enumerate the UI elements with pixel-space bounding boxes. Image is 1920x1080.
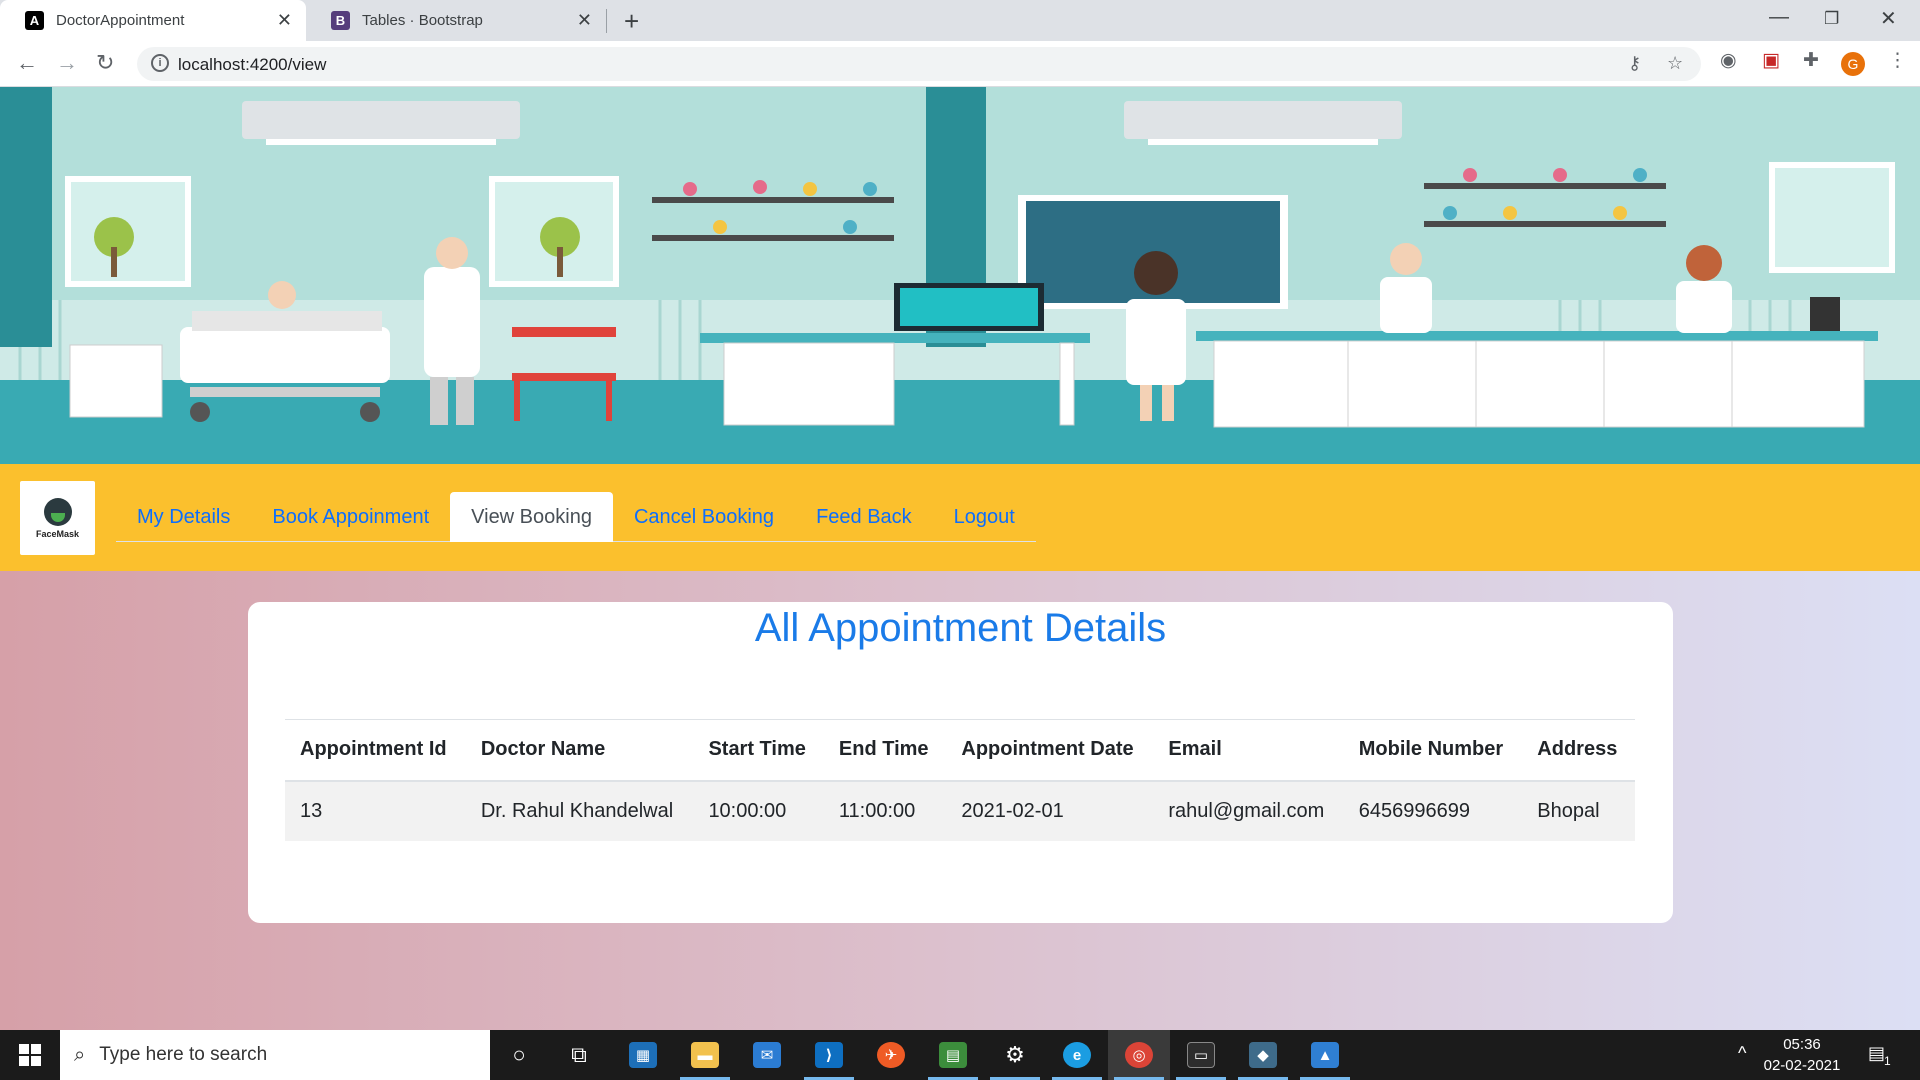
notification-icon[interactable]: ▤ [1868, 1043, 1885, 1064]
col-doctor-name: Doctor Name [465, 719, 694, 782]
restore-icon[interactable]: ❐ [1824, 9, 1839, 29]
search-icon: ⌕ [74, 1043, 86, 1066]
logo-text: FaceMask [35, 528, 80, 539]
tab-title: Tables · Bootstrap [362, 12, 483, 29]
col-mobile-number: Mobile Number [1343, 719, 1523, 782]
pocket-icon[interactable]: ▣ [1762, 49, 1780, 72]
col-address: Address [1522, 719, 1635, 782]
tab-title: DoctorAppointment [56, 12, 185, 29]
bookmark-star-icon[interactable]: ☆ [1667, 53, 1683, 74]
terminal-icon[interactable]: ▭ [1170, 1030, 1232, 1080]
close-tab-icon[interactable]: ✕ [577, 10, 592, 31]
reload-icon[interactable]: ↻ [96, 50, 114, 76]
appointments-table: Appointment Id Doctor Name Start Time En… [285, 719, 1635, 841]
chrome-icon[interactable]: ◎ [1108, 1030, 1170, 1080]
profile-avatar[interactable]: G [1841, 52, 1865, 76]
windows-taskbar: ⌕ Type here to search ○ ⧉ ▦ ▬ ✉ ⟩ ✈ ▤ ⚙ … [0, 1030, 1920, 1080]
close-tab-icon[interactable]: ✕ [277, 10, 292, 31]
col-appointment-date: Appointment Date [946, 719, 1154, 782]
notification-count: 1 [1884, 1054, 1891, 1068]
url-text: localhost:4200/view [178, 55, 327, 74]
tab-doctor-appointment[interactable]: A DoctorAppointment ✕ [0, 0, 306, 41]
cell-mobile-number: 6456996699 [1343, 780, 1523, 841]
table-header-row: Appointment Id Doctor Name Start Time En… [285, 719, 1635, 782]
tab-tables-bootstrap[interactable]: B Tables · Bootstrap ✕ [306, 0, 606, 41]
mysql-workbench-icon[interactable]: ◆ [1232, 1030, 1294, 1080]
table-row: 13 Dr. Rahul Khandelwal 10:00:00 11:00:0… [285, 780, 1635, 841]
windows-logo-icon [19, 1044, 41, 1066]
nav-cancel-booking[interactable]: Cancel Booking [613, 492, 795, 542]
search-placeholder: Type here to search [99, 1044, 268, 1065]
cell-email: rahul@gmail.com [1153, 780, 1344, 841]
hero-banner-illustration [0, 87, 1920, 464]
col-appointment-id: Appointment Id [285, 719, 466, 782]
angular-icon: A [25, 11, 44, 30]
col-start-time: Start Time [693, 719, 824, 782]
postman-icon[interactable]: ✈ [860, 1030, 922, 1080]
file-explorer-icon[interactable]: ▬ [674, 1030, 736, 1080]
settings-gear-icon[interactable]: ⚙ [984, 1030, 1046, 1080]
system-clock[interactable]: 05:36 02-02-2021 [1752, 1034, 1852, 1076]
puzzle-icon[interactable]: ✚ [1803, 49, 1819, 72]
nav-feed-back[interactable]: Feed Back [795, 492, 933, 542]
clock-date: 02-02-2021 [1763, 1057, 1841, 1074]
app-icon[interactable]: ▤ [922, 1030, 984, 1080]
clock-time: 05:36 [1783, 1036, 1821, 1053]
store-icon[interactable]: ▦ [612, 1030, 674, 1080]
nav-my-details[interactable]: My Details [116, 492, 251, 542]
col-end-time: End Time [823, 719, 947, 782]
nav-logout[interactable]: Logout [933, 492, 1036, 542]
browser-tabstrip: A DoctorAppointment ✕ B Tables · Bootstr… [0, 0, 1920, 41]
tray-chevron-icon[interactable]: ^ [1738, 1043, 1746, 1064]
taskbar-search-box[interactable]: ⌕ Type here to search [60, 1030, 490, 1080]
start-button[interactable] [0, 1030, 60, 1080]
address-bar: ← → ↻ i localhost:4200/view ⚷ ☆ ◉ ▣ ✚ G … [0, 41, 1920, 87]
key-icon[interactable]: ⚷ [1628, 53, 1641, 74]
col-email: Email [1153, 719, 1344, 782]
cell-address: Bhopal [1522, 780, 1635, 841]
cell-end-time: 11:00:00 [823, 780, 947, 841]
nav-book-appointment[interactable]: Book Appoinment [251, 492, 450, 542]
url-input[interactable]: i localhost:4200/view ⚷ ☆ [137, 47, 1701, 81]
cell-appointment-date: 2021-02-01 [946, 780, 1154, 841]
site-info-icon[interactable]: i [151, 54, 169, 72]
edge-icon[interactable]: e [1046, 1030, 1108, 1080]
photos-icon[interactable]: ▲ [1294, 1030, 1356, 1080]
tab-divider [606, 9, 607, 33]
cortana-icon[interactable]: ○ [488, 1030, 550, 1080]
bootstrap-icon: B [331, 11, 350, 30]
vscode-icon[interactable]: ⟩ [798, 1030, 860, 1080]
minimize-icon[interactable]: — [1769, 6, 1789, 29]
nav-view-booking[interactable]: View Booking [450, 492, 613, 542]
facemask-logo[interactable]: FaceMask [20, 481, 95, 555]
main-content: All Appointment Details Appointment Id D… [0, 571, 1920, 1030]
facemask-logo-icon [43, 497, 72, 526]
app-navbar: FaceMask My Details Book Appoinment View… [0, 464, 1920, 571]
appointments-card: All Appointment Details Appointment Id D… [248, 602, 1673, 923]
back-icon[interactable]: ← [16, 50, 38, 76]
close-window-icon[interactable]: ✕ [1880, 6, 1897, 31]
cell-doctor-name: Dr. Rahul Khandelwal [465, 780, 694, 841]
forward-icon[interactable]: → [56, 50, 78, 76]
mail-icon[interactable]: ✉ [736, 1030, 798, 1080]
menu-kebab-icon[interactable]: ⋮ [1888, 49, 1907, 72]
page-title: All Appointment Details [754, 606, 1167, 650]
nav-tabs: My Details Book Appoinment View Booking … [116, 492, 1036, 542]
task-view-icon[interactable]: ⧉ [548, 1030, 610, 1080]
hospital-lab-illustration [0, 87, 1920, 464]
extension-icon[interactable]: ◉ [1720, 49, 1737, 72]
new-tab-icon[interactable]: + [624, 6, 639, 37]
cell-appointment-id: 13 [285, 780, 466, 841]
cell-start-time: 10:00:00 [693, 780, 824, 841]
